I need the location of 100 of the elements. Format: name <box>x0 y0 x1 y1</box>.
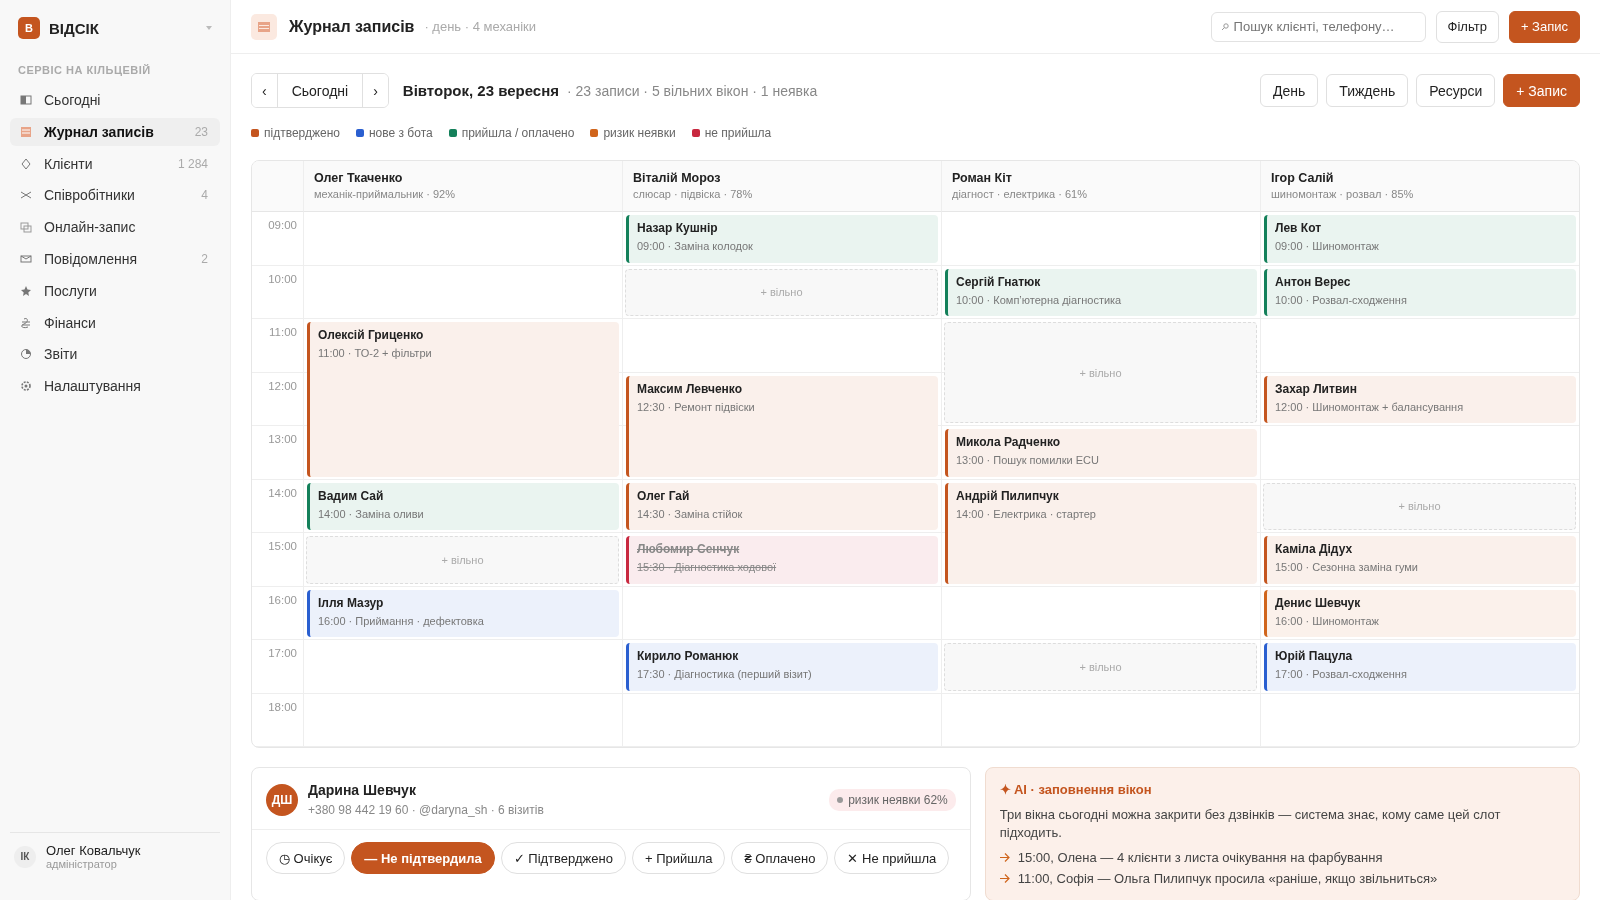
add-booking-button[interactable]: + Запис <box>1508 10 1580 43</box>
booking-card[interactable]: Максим Левченко 12:30 · Ремонт підвіски <box>626 375 938 477</box>
client-name: Микола Радченко <box>956 435 1062 449</box>
booking-card[interactable]: Юрій Пацула 17:00 · Розвал-сходження <box>1264 643 1576 691</box>
view-button[interactable]: День <box>1259 74 1319 107</box>
booking-card[interactable]: Олексій Гриценко 11:00 · ТО-2 + фільтри <box>307 322 619 477</box>
time-label: 13:00 <box>267 432 298 447</box>
sidebar-item[interactable]: Онлайн-запис <box>10 213 220 242</box>
client-name: Сергій Гнатюк <box>956 274 1042 289</box>
status-button[interactable]: ✕ Не прийшла <box>834 842 950 874</box>
booking-card[interactable]: Вадим Сай 14:00 · Заміна оливи <box>307 482 619 530</box>
booking-card[interactable]: Каміла Дідух 15:00 · Сезонна заміна гуми <box>1264 536 1576 584</box>
time-label: 17:00 <box>267 646 298 661</box>
day-summary: · 23 записи · 5 вільних вікон · 1 неявка <box>567 82 818 99</box>
client-name: Каміла Дідух <box>1275 542 1354 556</box>
sidebar-item[interactable]: Співробітники 4 <box>10 181 220 210</box>
status-button[interactable]: ◷ Очікує <box>266 842 346 874</box>
hryvnia-icon <box>20 316 32 329</box>
previous-button[interactable]: ‹ <box>252 74 278 107</box>
sidebar-item[interactable]: Послуги <box>10 276 220 305</box>
search-field[interactable]: Пошук клієнті, телефону… <box>1210 11 1426 42</box>
booking-card[interactable]: Олег Гай 14:30 · Заміна стійок <box>626 482 938 530</box>
booking-card[interactable]: Лев Кот 09:00 · Шиномонтаж <box>1264 215 1576 263</box>
client-name: Андрій Пилипчук <box>956 488 1060 503</box>
sidebar-item[interactable]: Клієнти 1 284 <box>10 149 220 178</box>
client-name: Антон Верес <box>1275 274 1352 289</box>
dot-icon <box>837 796 844 803</box>
booking-card[interactable]: Денис Шевчук 16:00 · Шиномонтаж <box>1264 589 1576 637</box>
sidebar-item[interactable]: Повідомлення 2 <box>10 245 220 273</box>
booking-card[interactable]: Андрій Пилипчук 14:00 · Електрика · стартер <box>945 482 1257 584</box>
page-title: Журнал записів <box>289 17 415 36</box>
booking-card[interactable]: Сергій Гнатюк 10:00 · Комп’ютерна діагностика <box>945 268 1257 316</box>
envelope-icon <box>20 253 32 265</box>
diamond-icon <box>20 157 32 170</box>
client-name: Ілля Мазур <box>318 595 385 610</box>
client-name: Олег Гай <box>637 488 691 503</box>
booking-detail: 10:00 · Комп’ютерна діагностика <box>956 293 1123 306</box>
booking-card[interactable]: Назар Кушнір 09:00 · Заміна колодок <box>626 215 938 263</box>
booking-detail: 16:00 · Приймання · дефектовка <box>318 614 485 627</box>
ai-suggestion[interactable]: 15:00, Олена — 4 клієнти з листа очікування на фарбування <box>1017 850 1383 866</box>
sidebar-item[interactable]: Налаштування <box>10 372 220 401</box>
mechanic-name: Роман Кіт <box>952 171 1013 185</box>
add-booking-button[interactable]: + Запис <box>1503 74 1580 107</box>
booking-card[interactable]: Антон Верес 10:00 · Розвал-сходження <box>1264 268 1576 316</box>
booking-detail: 13:00 · Пошук помилки ECU <box>956 454 1100 466</box>
user-avatar: ІК <box>14 845 36 868</box>
arrow-icon <box>999 853 1010 863</box>
booking-detail: 09:00 · Шиномонтаж <box>1275 240 1380 252</box>
booking-detail: 17:30 · Діагностика (перший візит) <box>637 668 813 680</box>
mechanic-role: діагност · електрика · 61% <box>952 188 1088 200</box>
ai-suggestion[interactable]: 11:00, Софія — Ольга Пилипчук просила «раніше, якщо звільниться» <box>1017 871 1438 887</box>
sidebar-item[interactable]: Сьогодні <box>10 86 220 114</box>
client-avatar: ДШ <box>266 783 298 816</box>
mechanic-name: Ігор Салій <box>1271 171 1335 185</box>
journal-icon <box>251 13 277 40</box>
booking-card[interactable]: Микола Радченко 13:00 · Пошук помилки ECU <box>945 429 1257 477</box>
booking-detail: 12:30 · Ремонт підвіски <box>637 400 756 413</box>
status-button[interactable]: ₴ Оплачено <box>731 842 829 874</box>
client-name: Любомир Сенчук <box>637 542 741 556</box>
page-subtitle: · день · 4 механіки <box>424 19 536 34</box>
booking-card[interactable]: Захар Литвин 12:00 · Шиномонтаж + балансування <box>1264 375 1576 423</box>
booking-detail: 17:00 · Розвал-сходження <box>1275 668 1408 680</box>
section-label: СЕРВІС НА КІЛЬЦЕВІЙ <box>17 63 152 78</box>
booking-card[interactable]: Кирило Романюк 17:30 · Діагностика (перший візит) <box>626 643 938 691</box>
status-button[interactable]: ✓ Підтверджено <box>500 842 626 874</box>
mechanic-role: шиномонтаж · розвал · 85% <box>1271 188 1415 200</box>
client-name: Юрій Пацула <box>1275 649 1354 663</box>
booking-card[interactable]: Ілля Мазур 16:00 · Приймання · дефектовка <box>307 589 619 637</box>
brand-name: ВІДСІК <box>49 19 100 37</box>
logo: В <box>18 17 40 39</box>
caret-icon[interactable] <box>206 26 212 30</box>
booking-detail: 12:00 · Шиномонтаж + балансування <box>1275 400 1465 413</box>
mechanic-role: механік-приймальник · 92% <box>314 188 456 200</box>
time-label: 15:00 <box>267 539 298 554</box>
booking-detail: 14:00 · Заміна оливи <box>318 507 425 520</box>
sidebar-item[interactable]: Журнал записів 23 <box>10 117 220 146</box>
square-icon <box>20 94 32 106</box>
current-date: Вівторок, 23 вересня <box>402 82 559 99</box>
list-icon <box>20 125 32 138</box>
time-label: 18:00 <box>267 699 298 715</box>
booking-detail: 15:00 · Сезонна заміна гуми <box>1275 561 1419 573</box>
booking-detail: 10:00 · Розвал-сходження <box>1275 293 1408 306</box>
mechanic-name: Олег Ткаченко <box>314 171 404 185</box>
filter-button[interactable]: Фільтр <box>1435 10 1499 43</box>
status-button[interactable]: — Не підтвердила <box>351 842 495 874</box>
time-label: 16:00 <box>267 592 298 608</box>
status-button[interactable]: + Прийшла <box>631 842 726 874</box>
time-label: 10:00 <box>267 271 298 287</box>
view-button[interactable]: Ресурси <box>1416 74 1496 107</box>
view-button[interactable]: Тиждень <box>1326 74 1409 107</box>
legend-label: ризик неявки <box>603 126 676 140</box>
mechanic-name: Віталій Мороз <box>633 171 722 185</box>
time-label: 12:00 <box>267 378 298 394</box>
sidebar-item[interactable]: Звіти <box>10 340 220 369</box>
user-role: адміністратор <box>46 858 118 870</box>
booking-detail: 14:00 · Електрика · стартер <box>956 507 1097 520</box>
sidebar-item[interactable]: Фінанси <box>10 308 220 337</box>
client-name: Захар Литвин <box>1275 381 1358 396</box>
booking-detail: 11:00 · ТО-2 + фільтри <box>318 347 433 359</box>
legend-label: не прийшла <box>704 126 772 140</box>
